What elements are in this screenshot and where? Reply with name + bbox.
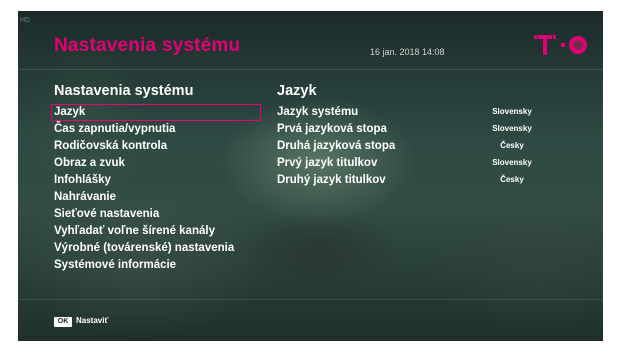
settings-menu: Jazyk Čas zapnutia/vypnutia Rodičovská kon… (51, 104, 261, 274)
setting-row[interactable]: Jazyk systému Slovensky (277, 104, 537, 121)
footer-divider (18, 299, 603, 300)
language-settings-list: Jazyk systému Slovensky Prvá jazyková stop… (277, 104, 537, 189)
setting-label: Jazyk systému (277, 106, 359, 118)
menu-item[interactable]: Výrobné (továrenské) nastavenia (51, 240, 261, 257)
setting-label: Prvá jazyková stopa (277, 123, 387, 135)
setting-row[interactable]: Druhá jazyková stopa Česky (277, 138, 537, 155)
menu-item[interactable]: Jazyk (51, 104, 261, 121)
menu-item[interactable]: Obraz a zvuk (51, 155, 261, 172)
telekom-logo-icon (534, 35, 587, 55)
setting-label: Druhá jazyková stopa (277, 140, 396, 152)
menu-item[interactable]: Systémové informácie (51, 257, 261, 274)
setting-row[interactable]: Druhý jazyk titulkov Česky (277, 172, 537, 189)
setting-value: Slovensky (492, 124, 532, 133)
date-time: 16 jan. 2018 14:08 (370, 47, 445, 57)
menu-item[interactable]: Rodičovská kontrola (51, 138, 261, 155)
detail-heading: Jazyk (277, 83, 317, 99)
ok-key-icon: OK (54, 317, 72, 327)
setting-value: Česky (500, 175, 524, 184)
menu-heading: Nastavenia systému (54, 83, 194, 99)
menu-item[interactable]: Nahrávanie (51, 189, 261, 206)
header-divider (18, 69, 603, 70)
menu-item[interactable]: Sieťové nastavenia (51, 206, 261, 223)
setting-value: Slovensky (492, 158, 532, 167)
setting-label: Prvý jazyk titulkov (277, 157, 378, 169)
setting-value: Slovensky (492, 107, 532, 116)
menu-item[interactable]: Vyhľadať voľne šírené kanály (51, 223, 261, 240)
page-title: Nastavenia systému (54, 35, 241, 56)
setting-row[interactable]: Prvý jazyk titulkov Slovensky (277, 155, 537, 172)
setting-value: Česky (500, 141, 524, 150)
ok-hint-label: Nastaviť (76, 316, 109, 325)
menu-item[interactable]: Čas zapnutia/vypnutia (51, 121, 261, 138)
hd-indicator: HD (20, 17, 31, 24)
menu-item[interactable]: Infohlášky (51, 172, 261, 189)
tv-screen: HD Nastavenia systému 16 jan. 2018 14:08… (18, 11, 603, 341)
setting-row[interactable]: Prvá jazyková stopa Slovensky (277, 121, 537, 138)
setting-label: Druhý jazyk titulkov (277, 174, 386, 186)
